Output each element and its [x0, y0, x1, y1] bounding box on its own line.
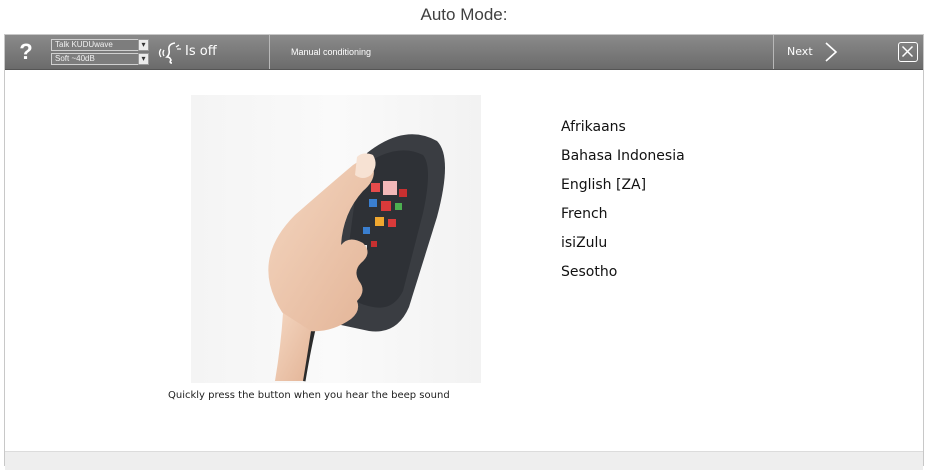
mode-title: Manual conditioning: [291, 47, 372, 57]
output-device-value: Talk KUDUwave: [55, 40, 113, 49]
window-caption: Auto Mode:: [420, 5, 508, 24]
chevron-down-icon[interactable]: ▾: [138, 53, 149, 65]
help-button[interactable]: ?: [11, 36, 41, 68]
instruction-text: Quickly press the button when you hear t…: [168, 390, 450, 401]
language-item[interactable]: English [ZA]: [561, 171, 685, 200]
sound-waves-icon: [158, 42, 181, 64]
language-item[interactable]: Sesotho: [561, 258, 685, 287]
speaker-status: Is off: [185, 44, 217, 59]
app-frame: ? Talk KUDUwave ▾ Soft ~40dB ▾ Is off Ma…: [4, 34, 924, 470]
next-label: Next: [787, 45, 813, 58]
close-button[interactable]: [898, 42, 918, 62]
response-button-photo: [191, 95, 481, 383]
toolbar: ? Talk KUDUwave ▾ Soft ~40dB ▾ Is off Ma…: [5, 35, 923, 70]
speaker-toggle[interactable]: Is off: [157, 38, 261, 66]
chevron-down-icon[interactable]: ▾: [138, 39, 149, 51]
language-list: Afrikaans Bahasa Indonesia English [ZA] …: [561, 113, 685, 287]
level-value: Soft ~40dB: [55, 54, 95, 63]
close-icon: [901, 45, 914, 58]
chevron-right-icon: [825, 42, 838, 62]
question-mark-icon: ?: [19, 39, 33, 64]
language-item[interactable]: Bahasa Indonesia: [561, 142, 685, 171]
next-button[interactable]: Next: [774, 35, 854, 69]
bottom-bar: [5, 451, 923, 470]
level-select[interactable]: Soft ~40dB ▾: [51, 53, 149, 65]
language-item[interactable]: Afrikaans: [561, 113, 685, 142]
language-item[interactable]: French: [561, 200, 685, 229]
language-item[interactable]: isiZulu: [561, 229, 685, 258]
output-device-select[interactable]: Talk KUDUwave ▾: [51, 39, 149, 51]
toolbar-divider: [269, 35, 270, 69]
